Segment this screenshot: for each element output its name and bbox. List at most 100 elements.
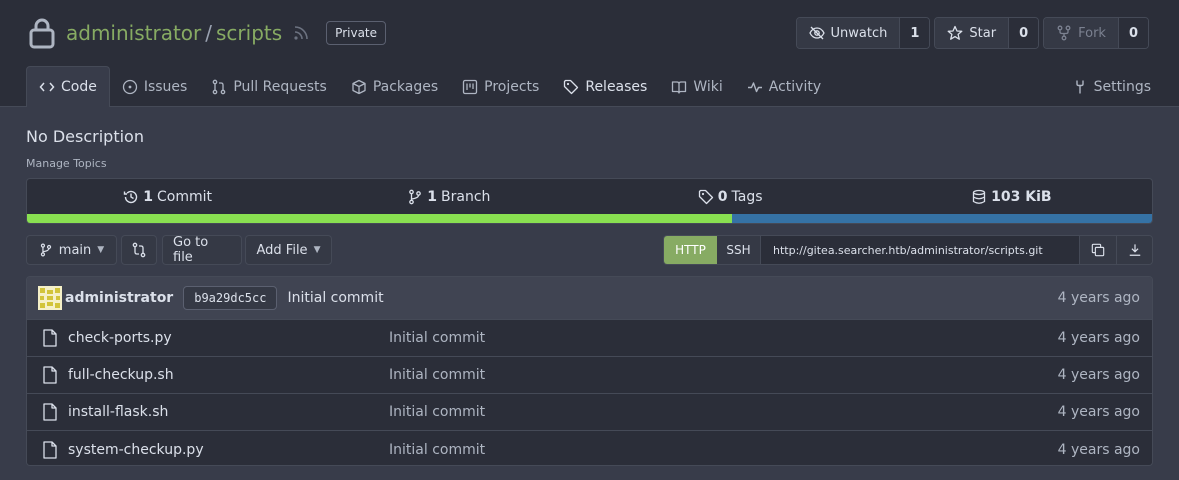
stars-count[interactable]: 0 <box>1008 18 1039 48</box>
caret-down-icon: ▼ <box>97 245 105 255</box>
commits-count: 1 <box>143 189 153 205</box>
tab-wiki-label: Wiki <box>693 78 723 95</box>
branch-selector[interactable]: main ▼ <box>26 235 117 265</box>
tag-icon <box>698 189 713 205</box>
code-icon <box>39 82 55 92</box>
copy-icon <box>1091 243 1105 257</box>
repo-toolbar: main ▼ Go to file Add File ▼ HTTP SSH ht… <box>26 235 1153 265</box>
table-row: full-checkup.sh Initial commit 4 years a… <box>27 357 1152 394</box>
repo-owner-link[interactable]: administrator <box>66 21 201 45</box>
fork-icon <box>1057 25 1071 41</box>
unwatch-label: Unwatch <box>830 25 888 41</box>
download-icon <box>1129 244 1140 256</box>
file-name-link[interactable]: check-ports.py <box>68 330 389 346</box>
branches-count: 1 <box>427 189 438 205</box>
issue-icon <box>122 79 137 94</box>
file-commit-message[interactable]: Initial commit <box>389 404 485 420</box>
file-commit-message[interactable]: Initial commit <box>389 330 485 346</box>
watchers-count[interactable]: 1 <box>899 18 930 48</box>
lock-icon <box>29 18 55 49</box>
branch-name: main <box>58 242 92 258</box>
file-name-link[interactable]: install-flask.sh <box>68 404 389 420</box>
caret-down-icon: ▼ <box>313 245 321 255</box>
tab-releases-label: Releases <box>585 78 648 95</box>
commit-message[interactable]: Initial commit <box>287 290 383 306</box>
tab-releases[interactable]: Releases <box>551 66 659 107</box>
language-bar[interactable] <box>27 214 1152 223</box>
http-clone-button[interactable]: HTTP <box>664 236 717 264</box>
language-segment-secondary[interactable] <box>732 214 1152 223</box>
repo-size: 103 KiB <box>991 189 1052 205</box>
star-icon <box>947 25 963 40</box>
file-icon <box>43 329 57 347</box>
star-button[interactable]: Star <box>935 18 1009 48</box>
unwatch-button[interactable]: Unwatch <box>796 18 900 48</box>
fork-button[interactable]: Fork <box>1044 18 1118 48</box>
repo-actions: Unwatch 1 Star 0 Fork 0 <box>795 17 1149 49</box>
package-icon <box>352 79 366 94</box>
avatar[interactable] <box>38 286 62 310</box>
tab-settings[interactable]: Settings <box>1072 66 1151 107</box>
file-icon <box>43 440 57 459</box>
tab-issues[interactable]: Issues <box>110 66 200 107</box>
clone-panel: HTTP SSH http://gitea.searcher.htb/admin… <box>663 235 1153 265</box>
repo-path-separator: / <box>205 21 213 45</box>
clone-url-input[interactable]: http://gitea.searcher.htb/administrator/… <box>761 236 1080 264</box>
tools-icon <box>1075 80 1084 93</box>
book-icon <box>672 80 687 94</box>
file-commit-time: 4 years ago <box>1057 441 1140 458</box>
tab-packages[interactable]: Packages <box>339 66 450 107</box>
table-row: install-flask.sh Initial commit 4 years … <box>27 394 1152 431</box>
compare-icon <box>132 242 146 258</box>
commit-time: 4 years ago <box>1057 290 1140 306</box>
download-button[interactable] <box>1116 236 1152 264</box>
fork-label: Fork <box>1078 25 1106 41</box>
tab-pull-requests-label: Pull Requests <box>233 78 327 95</box>
table-row: system-checkup.py Initial commit 4 years… <box>27 431 1152 465</box>
file-commit-time: 4 years ago <box>1057 330 1140 346</box>
size-stat: 103 KiB <box>871 189 1152 205</box>
file-commit-message[interactable]: Initial commit <box>389 442 485 458</box>
tab-projects-label: Projects <box>484 78 540 95</box>
commit-sha[interactable]: b9a29dc5cc <box>183 286 278 310</box>
tab-wiki[interactable]: Wiki <box>659 66 734 107</box>
add-file-button[interactable]: Add File ▼ <box>245 235 332 265</box>
commits-stat[interactable]: 1 Commit <box>27 189 308 205</box>
branch-icon <box>409 189 422 205</box>
tags-stat[interactable]: 0 Tags <box>590 189 871 205</box>
pull-request-icon <box>212 79 226 94</box>
forks-count[interactable]: 0 <box>1117 18 1148 48</box>
compare-button[interactable] <box>121 235 157 265</box>
go-to-file-button[interactable]: Go to file <box>162 235 242 265</box>
language-segment-primary[interactable] <box>27 214 733 223</box>
commit-author[interactable]: administrator <box>65 290 173 306</box>
copy-url-button[interactable] <box>1080 236 1116 264</box>
tab-activity[interactable]: Activity <box>735 66 833 107</box>
repo-stats-bar: 1 Commit 1 Branch 0 Tags 103 KiB <box>26 178 1153 224</box>
tab-code[interactable]: Code <box>26 66 110 107</box>
branch-icon <box>40 243 51 257</box>
tab-projects[interactable]: Projects <box>450 66 551 107</box>
file-commit-message[interactable]: Initial commit <box>389 367 485 383</box>
repo-name-link[interactable]: scripts <box>216 21 282 45</box>
file-commit-time: 4 years ago <box>1057 367 1140 383</box>
tab-activity-label: Activity <box>768 78 822 95</box>
file-commit-time: 4 years ago <box>1057 404 1140 420</box>
branches-stat[interactable]: 1 Branch <box>308 189 589 205</box>
repo-description: No Description <box>26 127 144 146</box>
commits-label: Commit <box>157 189 212 205</box>
tag-icon <box>564 79 579 94</box>
ssh-clone-button[interactable]: SSH <box>717 236 761 264</box>
tab-code-label: Code <box>61 79 97 95</box>
file-name-link[interactable]: full-checkup.sh <box>68 367 389 383</box>
branches-label: Branch <box>441 189 491 205</box>
tab-issues-label: Issues <box>143 78 188 95</box>
repo-title: administrator / scripts Private <box>28 16 387 50</box>
tab-pull-requests[interactable]: Pull Requests <box>199 66 338 107</box>
manage-topics-link[interactable]: Manage Topics <box>26 157 107 170</box>
star-control: Star 0 <box>934 17 1040 49</box>
fork-control: Fork 0 <box>1043 17 1149 49</box>
rss-icon[interactable] <box>292 24 310 42</box>
tab-packages-label: Packages <box>372 78 439 95</box>
file-name-link[interactable]: system-checkup.py <box>68 442 389 458</box>
